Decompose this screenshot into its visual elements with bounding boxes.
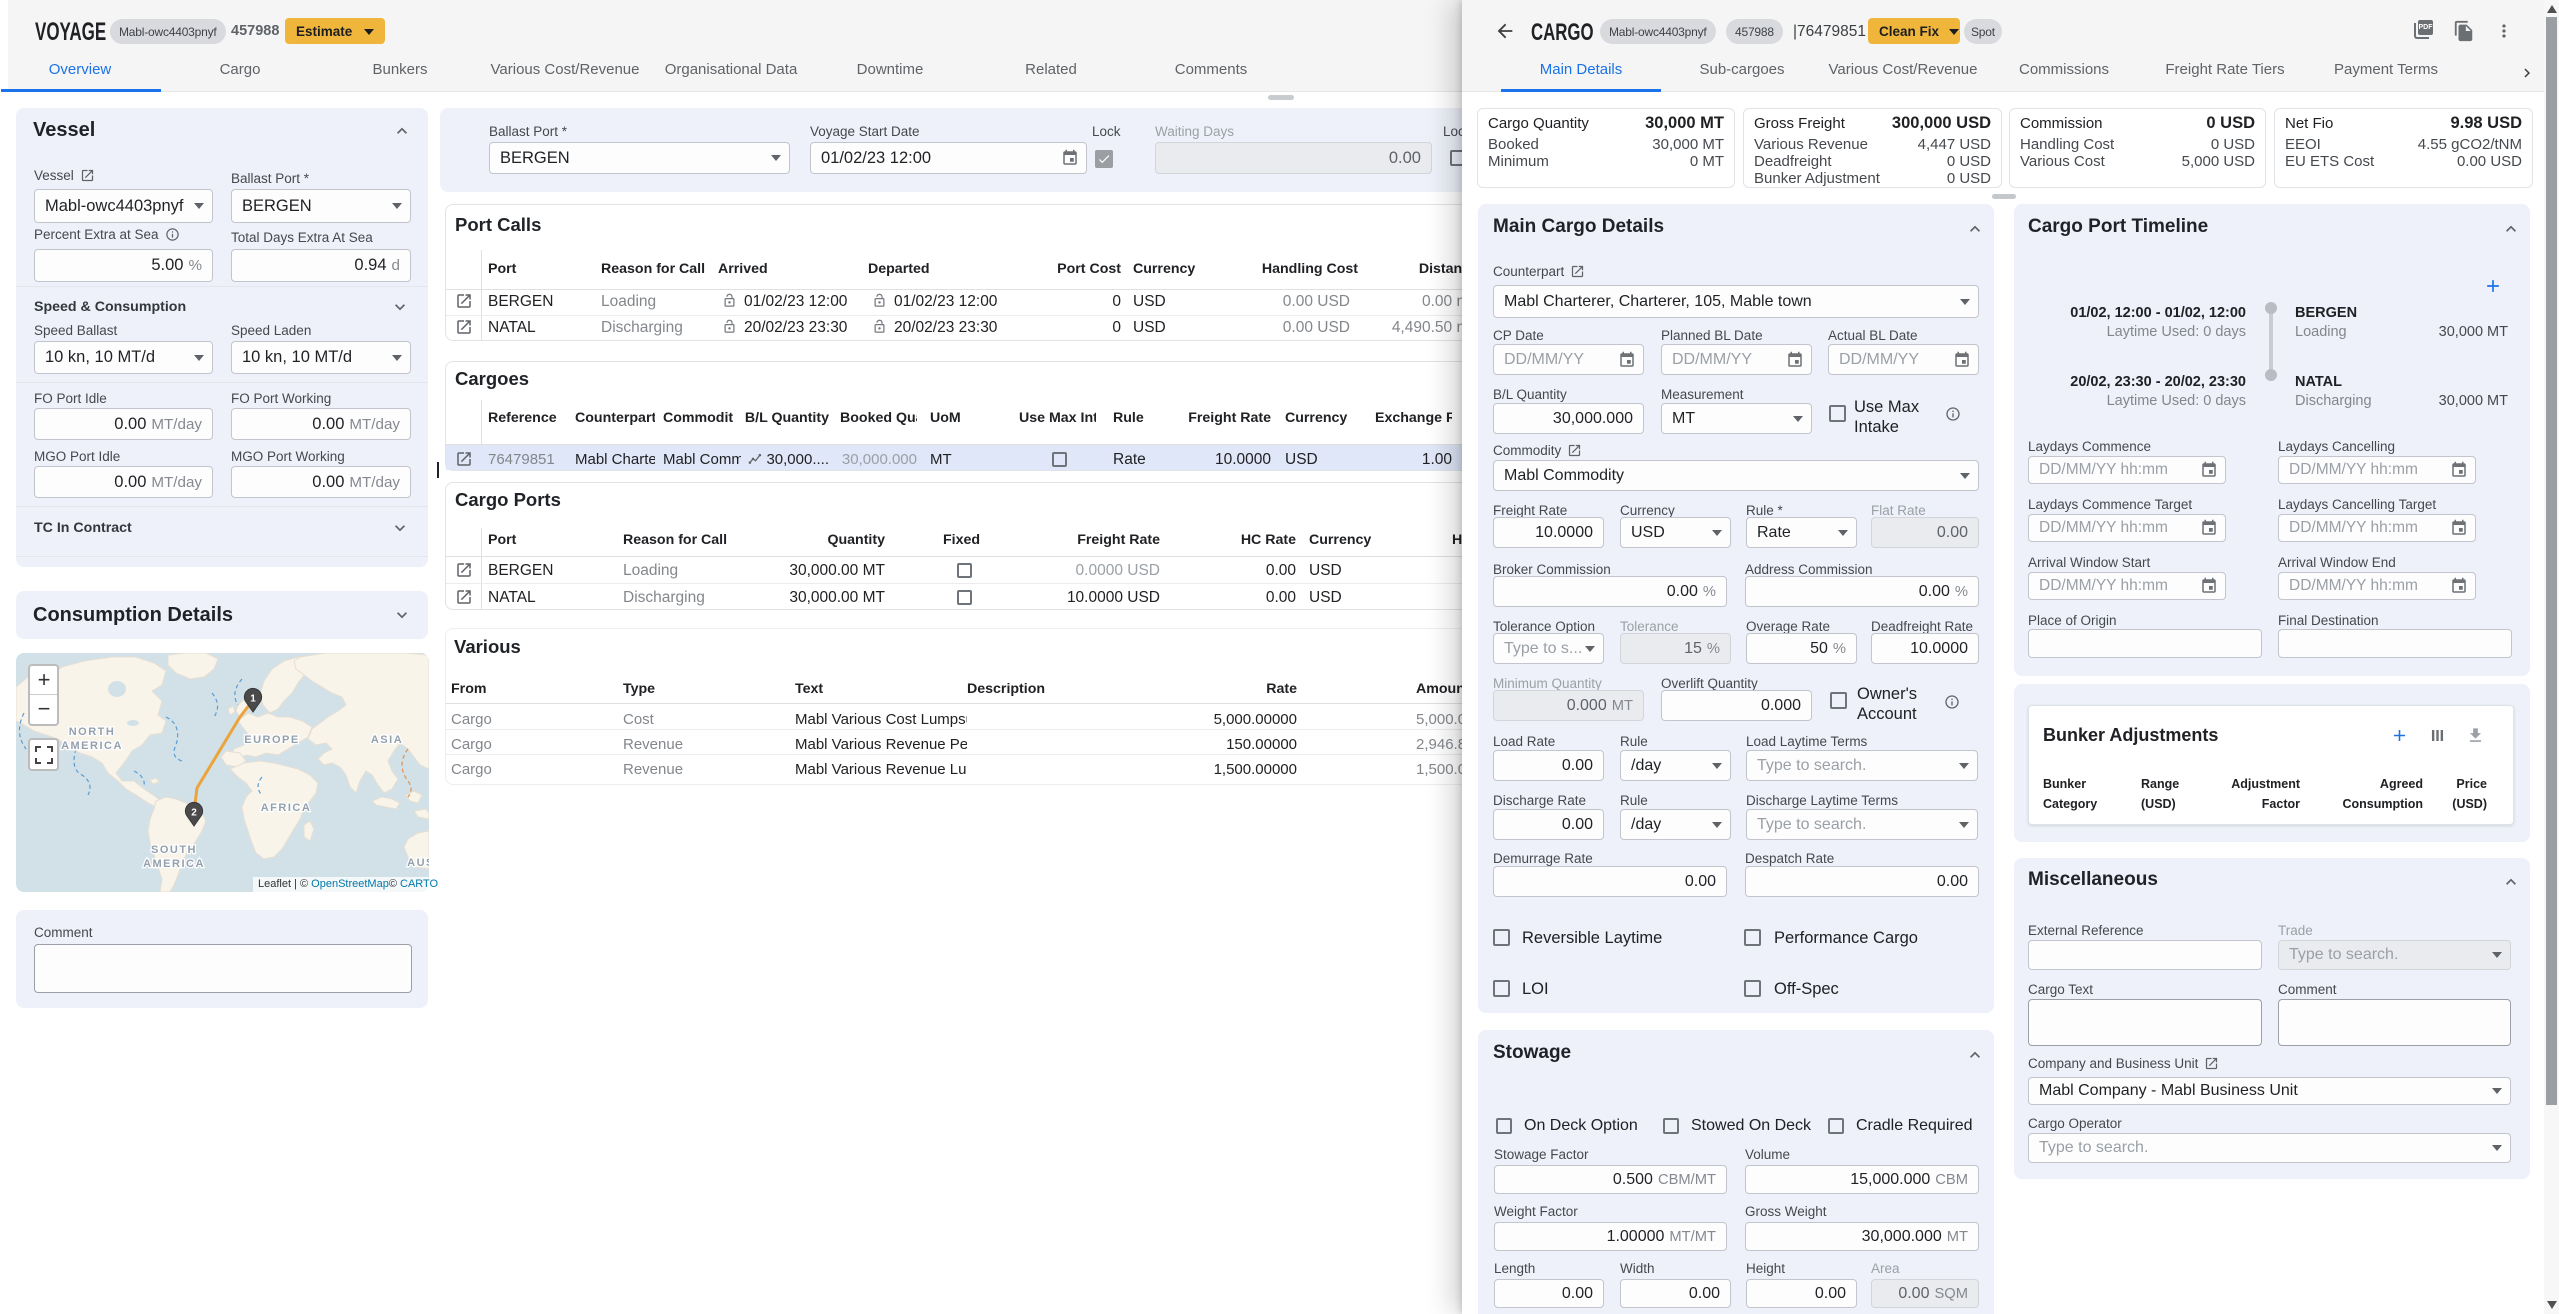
svg-text:AMERICA: AMERICA [143,858,205,870]
svg-text:ASIA: ASIA [371,734,403,746]
svg-text:AMERICA: AMERICA [61,740,123,752]
svg-text:2: 2 [191,808,197,819]
svg-text:SOUTH: SOUTH [151,844,197,856]
svg-text:EUROPE: EUROPE [244,734,299,746]
svg-text:1: 1 [250,694,256,705]
svg-text:AFRICA: AFRICA [261,802,312,814]
svg-text:NORTH: NORTH [69,726,116,738]
svg-text:AUS: AUS [407,857,429,869]
